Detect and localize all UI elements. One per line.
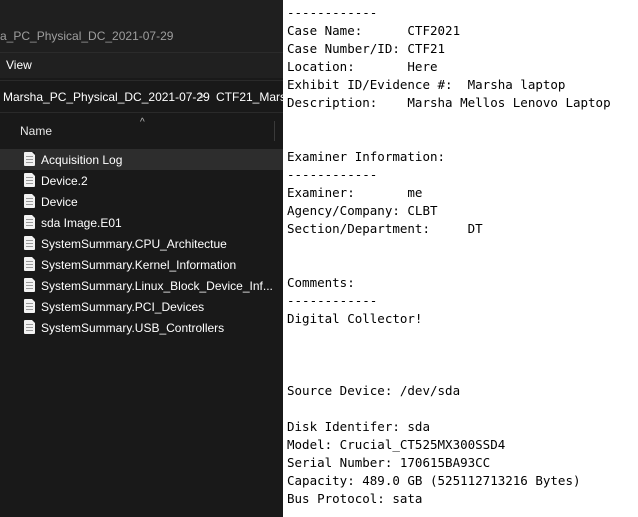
file-row[interactable]: Device.2: [0, 170, 283, 191]
file-row[interactable]: SystemSummary.Linux_Block_Device_Inf...: [0, 275, 283, 296]
sort-ascending-icon: ^: [140, 117, 145, 128]
log-description: Description: Marsha Mellos Lenovo Laptop: [287, 95, 611, 110]
log-comment: Digital Collector!: [287, 311, 423, 326]
view-menu[interactable]: View: [6, 58, 32, 72]
document-icon: [24, 278, 35, 292]
file-name: Device.2: [41, 174, 88, 188]
file-name: sda Image.E01: [41, 216, 122, 230]
document-icon: [24, 236, 35, 250]
log-capacity: Capacity: 489.0 GB (525112713216 Bytes): [287, 473, 581, 488]
file-list: Acquisition Log Device.2 Device sda Imag…: [0, 149, 283, 338]
column-header-name[interactable]: Name: [20, 124, 52, 138]
document-icon: [24, 173, 35, 187]
file-name: Acquisition Log: [41, 153, 123, 167]
file-row[interactable]: SystemSummary.CPU_Architectue: [0, 233, 283, 254]
document-icon: [24, 257, 35, 271]
log-source-device: Source Device: /dev/sda: [287, 383, 461, 398]
log-case-name: Case Name: CTF2021: [287, 23, 461, 38]
file-name: SystemSummary.CPU_Architectue: [41, 237, 227, 251]
log-separator: ------------: [287, 167, 378, 182]
file-row[interactable]: sda Image.E01: [0, 212, 283, 233]
log-disk-identifier: Disk Identifer: sda: [287, 419, 430, 434]
log-separator: ------------: [287, 5, 378, 20]
document-icon: [24, 215, 35, 229]
log-serial-number: Serial Number: 170615BA93CC: [287, 455, 491, 470]
log-separator: ------------: [287, 293, 378, 308]
document-icon: [24, 299, 35, 313]
log-location: Location: Here: [287, 59, 438, 74]
document-icon: [24, 152, 35, 166]
breadcrumb-segment-folder[interactable]: Marsha_PC_Physical_DC_2021-07-29: [3, 90, 210, 104]
breadcrumb-segment-subfolder[interactable]: CTF21_Marsh: [216, 90, 283, 104]
column-divider[interactable]: [274, 121, 275, 141]
file-name: SystemSummary.USB_Controllers: [41, 321, 225, 335]
window-title: a_PC_Physical_DC_2021-07-29: [0, 29, 174, 43]
log-text-pane[interactable]: ------------ Case Name: CTF2021 Case Num…: [283, 0, 638, 517]
file-row[interactable]: Acquisition Log: [0, 149, 283, 170]
file-row[interactable]: SystemSummary.USB_Controllers: [0, 317, 283, 338]
column-header: ^ Name: [0, 117, 283, 144]
log-bus-protocol: Bus Protocol: sata: [287, 491, 423, 506]
address-bar[interactable]: Marsha_PC_Physical_DC_2021-07-29 > CTF21…: [0, 80, 283, 113]
log-exhibit-id: Exhibit ID/Evidence #: Marsha laptop: [287, 77, 566, 92]
log-examiner: Examiner: me: [287, 185, 423, 200]
log-comments-heading: Comments:: [287, 275, 355, 290]
menu-bar: View: [0, 52, 283, 78]
file-row[interactable]: Device: [0, 191, 283, 212]
file-name: SystemSummary.Kernel_Information: [41, 258, 237, 272]
title-bar: a_PC_Physical_DC_2021-07-29: [0, 0, 283, 52]
file-explorer-window: a_PC_Physical_DC_2021-07-29 View Marsha_…: [0, 0, 283, 517]
file-name: Device: [41, 195, 78, 209]
log-model: Model: Crucial_CT525MX300SSD4: [287, 437, 506, 452]
file-row[interactable]: SystemSummary.PCI_Devices: [0, 296, 283, 317]
log-case-number: Case Number/ID: CTF21: [287, 41, 446, 56]
file-name: SystemSummary.PCI_Devices: [41, 300, 205, 314]
document-icon: [24, 194, 35, 208]
log-agency: Agency/Company: CLBT: [287, 203, 438, 218]
breadcrumb-chevron-icon[interactable]: >: [198, 89, 205, 103]
file-name: SystemSummary.Linux_Block_Device_Inf...: [41, 279, 273, 293]
file-row[interactable]: SystemSummary.Kernel_Information: [0, 254, 283, 275]
document-icon: [24, 320, 35, 334]
log-section: Section/Department: DT: [287, 221, 483, 236]
log-examiner-heading: Examiner Information:: [287, 149, 446, 164]
